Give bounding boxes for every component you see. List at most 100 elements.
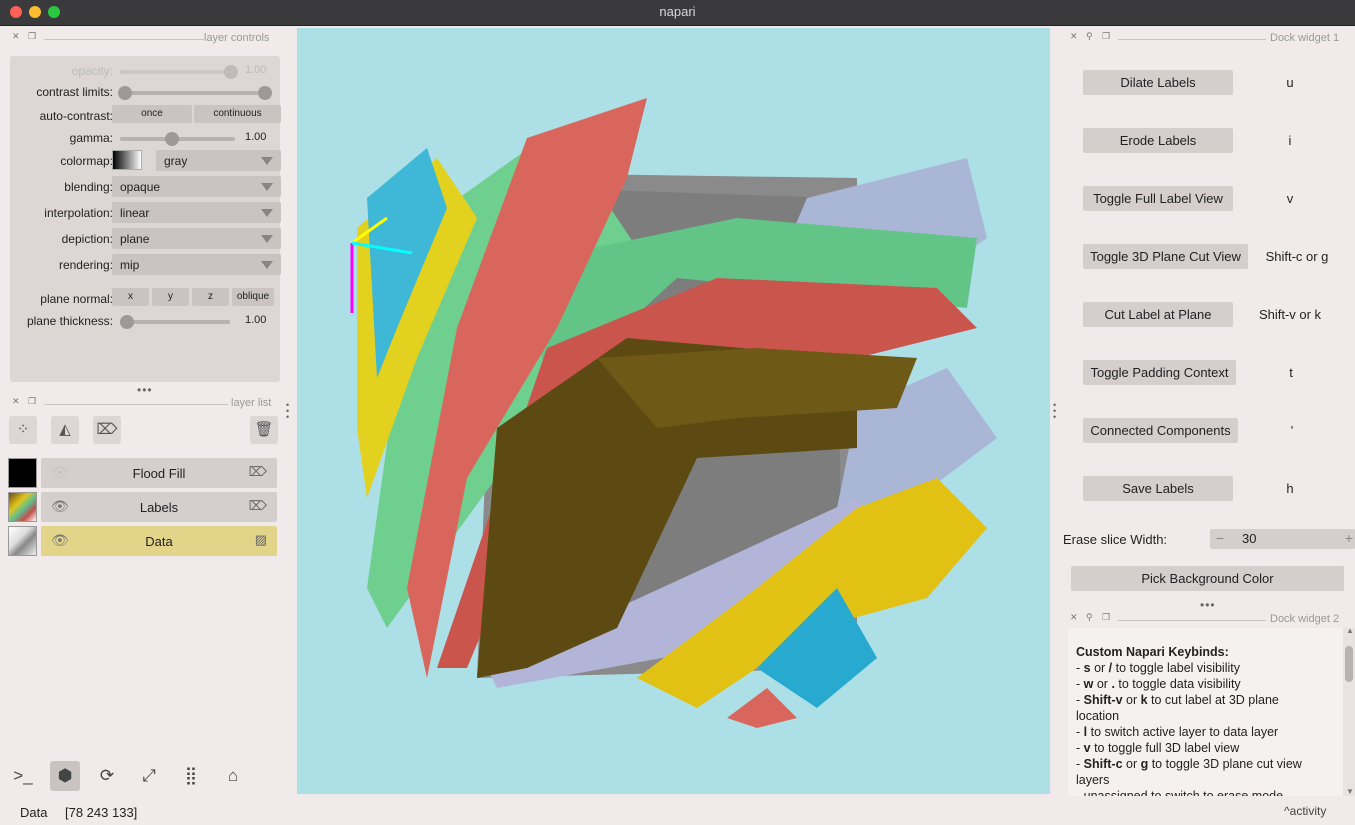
chevron-down-icon	[261, 235, 273, 243]
layer-thumbnail	[8, 458, 37, 488]
close-window-button[interactable]	[10, 6, 22, 18]
interpolation-select[interactable]: linear	[112, 202, 281, 223]
dock-widget-2-header: ✕ ⚲ ❐ Dock widget 2	[1068, 612, 1348, 628]
gamma-slider[interactable]	[120, 132, 235, 146]
close-icon[interactable]: ✕	[1070, 612, 1078, 623]
keybind-line: - l to switch active layer to data layer	[1076, 725, 1279, 739]
minimize-window-button[interactable]	[29, 6, 41, 18]
roll-dims-button[interactable]: ⟳	[92, 761, 122, 791]
rendering-select[interactable]: mip	[112, 254, 281, 275]
blending-label: blending:	[64, 180, 113, 194]
plane-normal-x-button[interactable]: x	[112, 288, 149, 306]
opacity-knob[interactable]	[224, 65, 238, 79]
interpolation-label: interpolation:	[44, 206, 113, 220]
float-icon[interactable]: ❐	[28, 31, 36, 42]
keybind-line: layers	[1076, 773, 1110, 787]
close-icon[interactable]: ✕	[1070, 31, 1078, 42]
auto-contrast-once-button[interactable]: once	[112, 105, 192, 123]
erode-labels-button[interactable]: Erode Labels	[1083, 128, 1233, 153]
ndisplay-button[interactable]: ⬢	[50, 761, 80, 791]
image-icon: ▨	[254, 532, 267, 547]
connected-components-button[interactable]: Connected Components	[1083, 418, 1238, 443]
dilate-labels-button[interactable]: Dilate Labels	[1083, 70, 1233, 95]
eye-icon[interactable]: 👁	[51, 498, 69, 515]
left-dock-handle[interactable]: • • •	[286, 401, 289, 422]
keybind-line: - Shift-v or k to cut label at 3D plane	[1076, 693, 1279, 707]
contrast-limits-slider[interactable]	[118, 86, 272, 100]
chevron-down-icon	[261, 261, 273, 269]
roll-icon: ⟳	[99, 766, 115, 785]
colormap-label: colormap:	[60, 154, 113, 168]
gamma-knob[interactable]	[165, 132, 180, 146]
plane-thickness-knob[interactable]	[120, 315, 134, 329]
keybind-line: location	[1076, 709, 1120, 723]
new-shapes-layer-button[interactable]: ◭	[51, 416, 79, 444]
keybind-line: - v to toggle full 3D label view	[1076, 741, 1240, 755]
scroll-up-icon: ▲	[1346, 626, 1354, 635]
home-icon: ⌂	[227, 766, 239, 785]
erase-slice-width-spinbox[interactable]: − 30 +	[1210, 529, 1355, 549]
layer-row-data[interactable]: 👁 Data ▨	[8, 526, 278, 556]
layer-name: Labels	[139, 500, 179, 515]
plane-normal-oblique-button[interactable]: oblique	[232, 288, 274, 306]
toggle-3d-plane-cut-view-button[interactable]: Toggle 3D Plane Cut View	[1083, 244, 1248, 269]
layer-row-flood-fill[interactable]: 👁 Flood Fill ⌦	[8, 458, 278, 488]
dilate-labels-key: u	[1286, 75, 1294, 90]
contrast-max-knob[interactable]	[258, 86, 272, 100]
tag-icon: ⌦	[96, 421, 118, 438]
new-points-layer-button[interactable]: ⁘	[9, 416, 37, 444]
erase-slice-width-label: Erase slice Width:	[1063, 532, 1168, 547]
cut-label-at-plane-button[interactable]: Cut Label at Plane	[1083, 302, 1233, 327]
keybinds-scrollbar[interactable]: ▲ ▼	[1343, 626, 1355, 796]
save-labels-button[interactable]: Save Labels	[1083, 476, 1233, 501]
splitter-handle[interactable]: •••	[137, 383, 153, 397]
pick-background-color-button[interactable]: Pick Background Color	[1071, 566, 1344, 591]
depiction-select[interactable]: plane	[112, 228, 281, 249]
console-button[interactable]: >_	[8, 761, 38, 791]
dock-splitter-handle[interactable]: •••	[1200, 598, 1216, 612]
pin-icon[interactable]: ⚲	[1086, 612, 1093, 623]
contrast-min-knob[interactable]	[118, 86, 132, 100]
decrement-button[interactable]: −	[1216, 530, 1224, 546]
eye-icon[interactable]: 👁	[51, 464, 69, 481]
opacity-slider[interactable]	[120, 65, 238, 79]
increment-button[interactable]: +	[1345, 530, 1353, 546]
blending-select[interactable]: opaque	[112, 176, 281, 197]
scroll-thumb[interactable]	[1345, 646, 1353, 682]
3d-render	[350, 98, 997, 728]
toggle-full-label-view-button[interactable]: Toggle Full Label View	[1083, 186, 1233, 211]
float-icon[interactable]: ❐	[1102, 612, 1110, 623]
zoom-window-button[interactable]	[48, 6, 60, 18]
close-icon[interactable]: ✕	[12, 396, 20, 407]
layer-row-labels[interactable]: 👁 Labels ⌦	[8, 492, 278, 522]
float-icon[interactable]: ❐	[1102, 31, 1110, 42]
dock-widget-1-title: Dock widget 1	[1270, 32, 1340, 44]
status-coordinates: [78 243 133]	[65, 805, 138, 820]
eye-icon[interactable]: 👁	[51, 532, 69, 549]
plane-normal-z-button[interactable]: z	[192, 288, 229, 306]
viewer-canvas[interactable]	[297, 28, 1050, 794]
colormap-select[interactable]: gray	[156, 150, 281, 171]
dock-widget-1-header: ✕ ⚲ ❐ Dock widget 1	[1068, 31, 1348, 47]
right-dock-handle[interactable]: • • •	[1053, 401, 1056, 422]
plane-normal-y-button[interactable]: y	[152, 288, 189, 306]
auto-contrast-continuous-button[interactable]: continuous	[194, 105, 281, 123]
toggle-full-label-view-key: v	[1286, 191, 1294, 206]
depiction-label: depiction:	[61, 232, 113, 246]
layer-list-header: ✕ ❐ layer list	[10, 396, 280, 412]
activity-button[interactable]: ^activity	[1284, 804, 1326, 818]
toggle-padding-context-button[interactable]: Toggle Padding Context	[1083, 360, 1236, 385]
cut-label-at-plane-key: Shift-v or k	[1258, 307, 1322, 322]
float-icon[interactable]: ❐	[28, 396, 36, 407]
close-icon[interactable]: ✕	[12, 31, 20, 42]
grid-view-button[interactable]: ⣿	[176, 761, 206, 791]
delete-layer-button[interactable]: 🗑	[250, 416, 278, 444]
plane-thickness-slider[interactable]	[120, 315, 230, 329]
transpose-button[interactable]: ⤢	[134, 761, 164, 791]
new-labels-layer-button[interactable]: ⌦	[93, 416, 121, 444]
gamma-value: 1.00	[245, 131, 267, 143]
home-button[interactable]: ⌂	[218, 761, 248, 791]
pin-icon[interactable]: ⚲	[1086, 31, 1093, 42]
connected-components-key: '	[1290, 423, 1294, 438]
cube-icon: ⬢	[57, 766, 73, 785]
